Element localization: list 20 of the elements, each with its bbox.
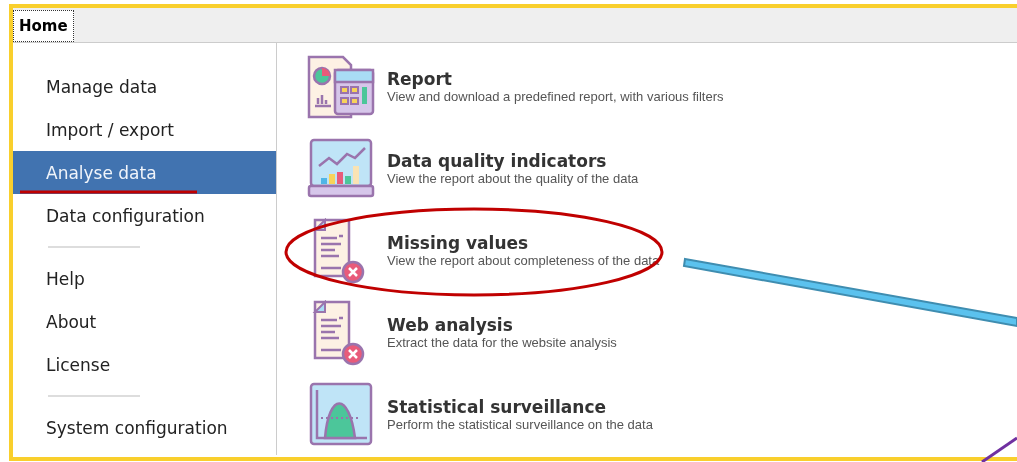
action-description: Extract the data for the website analysis [387, 335, 617, 350]
action-title[interactable]: Report [387, 69, 724, 89]
action-description: View the report about the quality of the data [387, 171, 639, 186]
sidebar-item[interactable]: Import / export [13, 108, 276, 151]
sidebar-item[interactable]: About [13, 300, 276, 343]
sidebar-item[interactable]: Help [13, 257, 276, 300]
sidebar-item[interactable]: Analyse data [13, 151, 276, 194]
home-tab[interactable]: Home [13, 10, 74, 42]
sidebar-item[interactable]: Manage data [13, 65, 276, 108]
action-description: Perform the statistical surveillance on the data [387, 417, 653, 432]
action-description: View and download a predefined report, with various filters [387, 89, 724, 104]
sidebar-item[interactable]: License [13, 343, 276, 386]
action-title[interactable]: Missing values [387, 233, 660, 253]
action-title[interactable]: Data quality indicators [387, 151, 639, 171]
report-icon[interactable] [305, 53, 377, 120]
action-title[interactable]: Web analysis [387, 315, 617, 335]
sidebar-item[interactable]: Data configuration [13, 194, 276, 237]
sidebar-item[interactable]: System configuration [13, 406, 276, 449]
line-annotation [981, 436, 1017, 462]
action-title[interactable]: Statistical surveillance [387, 397, 653, 417]
